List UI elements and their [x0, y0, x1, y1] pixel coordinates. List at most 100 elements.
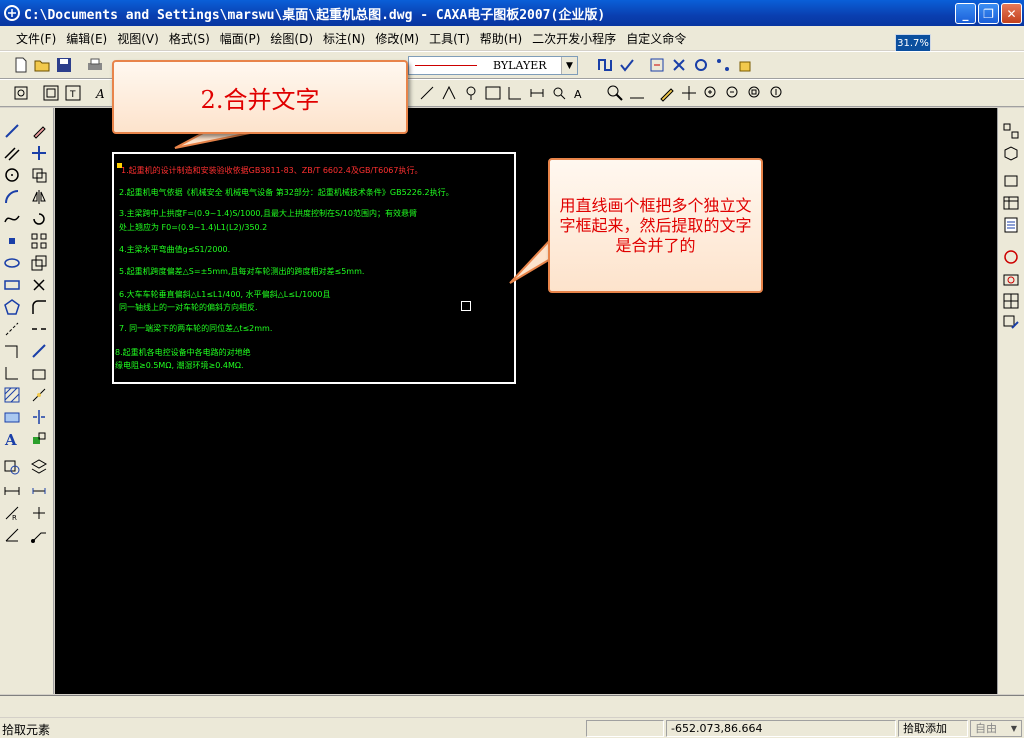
explode-icon[interactable]: [30, 386, 48, 404]
new-file-icon[interactable]: [12, 56, 30, 74]
block-icon[interactable]: [30, 430, 48, 448]
eraser-icon[interactable]: [30, 122, 48, 140]
menu-file[interactable]: 文件(F): [16, 30, 56, 47]
scale-tool-icon[interactable]: [30, 254, 48, 272]
print-icon[interactable]: [86, 56, 104, 74]
library-icon[interactable]: [1002, 122, 1020, 140]
circle-icon[interactable]: [3, 166, 21, 184]
minimize-button[interactable]: _: [955, 3, 976, 24]
spec-line[interactable]: 同一轴线上的一对车轮的偏斜方向相反.: [119, 303, 258, 313]
camera-icon[interactable]: [1002, 270, 1020, 288]
zoom-in-icon[interactable]: [702, 84, 720, 102]
menu-format[interactable]: 格式(S): [169, 30, 210, 47]
parts-list-icon[interactable]: [1002, 216, 1020, 234]
chevron-down-icon[interactable]: ▼: [561, 57, 577, 74]
hatch-icon[interactable]: [3, 386, 21, 404]
attribute-icon[interactable]: [3, 458, 21, 476]
spec-line[interactable]: 处上翘应为 F0=(0.9~1.4)L1(L2)/350.2: [119, 223, 267, 233]
menu-help[interactable]: 帮助(H): [480, 30, 522, 47]
chamfer-icon[interactable]: [3, 364, 21, 382]
close-button[interactable]: ✕: [1001, 3, 1022, 24]
scatter-icon[interactable]: [714, 56, 732, 74]
rectangle-icon[interactable]: [3, 276, 21, 294]
zoom-dynamic-icon[interactable]: [768, 84, 786, 102]
record-icon[interactable]: [1002, 248, 1020, 266]
polygon-icon[interactable]: [3, 298, 21, 316]
check-icon[interactable]: [618, 56, 636, 74]
spec-line[interactable]: 3.主梁跨中上拱度F=(0.9~1.4)S/1000,且最大上拱度控制在S/10…: [119, 209, 417, 219]
text-style-icon[interactable]: A: [94, 84, 112, 102]
pick-mode[interactable]: 拾取添加: [898, 720, 968, 737]
menu-dimension[interactable]: 标注(N): [323, 30, 365, 47]
break-icon[interactable]: [30, 320, 48, 338]
open-folder-icon[interactable]: [33, 56, 51, 74]
dim-angle-icon[interactable]: [3, 526, 21, 544]
fill-icon[interactable]: [3, 408, 21, 426]
image-icon[interactable]: [484, 84, 502, 102]
spec-line[interactable]: 缘电阻≥0.5MΩ, 潮湿环境≥0.4MΩ.: [115, 361, 244, 371]
query-icon[interactable]: [648, 56, 666, 74]
dim-diameter-icon[interactable]: [30, 504, 48, 522]
command-line[interactable]: [0, 695, 1024, 717]
ellipse-icon[interactable]: [3, 254, 21, 272]
snap-icon[interactable]: [12, 84, 30, 102]
polyline-icon[interactable]: [596, 56, 614, 74]
pencil-icon[interactable]: [658, 84, 676, 102]
spline-icon[interactable]: [3, 210, 21, 228]
menu-addins[interactable]: 二次开发小程序: [532, 30, 616, 47]
dim-linear-icon[interactable]: [3, 482, 21, 500]
table-icon[interactable]: [1002, 194, 1020, 212]
move-icon[interactable]: [30, 144, 48, 162]
font-icon[interactable]: A: [572, 84, 590, 102]
save-icon[interactable]: [55, 56, 73, 74]
scale-icon[interactable]: [628, 84, 646, 102]
pin-icon[interactable]: [462, 84, 480, 102]
grid-view-icon[interactable]: [1002, 292, 1020, 310]
array-icon[interactable]: [30, 232, 48, 250]
spec-line[interactable]: 7. 同一端梁下的两车轮的同位差△t≤2mm.: [119, 324, 272, 334]
3d-box-icon[interactable]: [1002, 144, 1020, 162]
rotate-icon[interactable]: [30, 210, 48, 228]
spec-line[interactable]: 5.起重机跨度偏差△S=±5mm,且每对车轮测出的跨度相对差≤5mm.: [119, 267, 364, 277]
menu-view[interactable]: 视图(V): [117, 30, 159, 47]
measure-icon[interactable]: [418, 84, 436, 102]
fillet-icon[interactable]: [30, 298, 48, 316]
spec-line[interactable]: 1.起重机的设计制造和安装验收依据GB3811-83、ZB/T 6602.4及G…: [121, 166, 422, 176]
stretch-icon[interactable]: [30, 342, 48, 360]
point-icon[interactable]: [3, 232, 21, 250]
hand-icon[interactable]: [736, 56, 754, 74]
menu-draw[interactable]: 绘图(D): [270, 30, 313, 47]
line-tool-icon[interactable]: [3, 122, 21, 140]
parallel-line-icon[interactable]: [3, 144, 21, 162]
spec-line[interactable]: 2.起重机电气依据《机械安全 机械电气设备 第32部分：起重机械技术条件》GB5…: [119, 188, 454, 198]
zoom-window-icon[interactable]: [606, 84, 624, 102]
menu-custom-commands[interactable]: 自定义命令: [626, 30, 686, 47]
layer-dropdown[interactable]: BYLAYER ▼: [408, 56, 578, 75]
menu-tools[interactable]: 工具(T): [429, 30, 470, 47]
align-icon[interactable]: [30, 408, 48, 426]
insert-block-icon[interactable]: [1002, 172, 1020, 190]
grid-icon[interactable]: [506, 84, 524, 102]
equidistant-line-icon[interactable]: [3, 342, 21, 360]
angle-icon[interactable]: [440, 84, 458, 102]
frame-icon[interactable]: [42, 84, 60, 102]
menu-modify[interactable]: 修改(M): [375, 30, 419, 47]
menu-sheet[interactable]: 幅面(P): [220, 30, 261, 47]
restore-button[interactable]: ❐: [978, 3, 999, 24]
gear-icon[interactable]: [692, 56, 710, 74]
drawing-canvas[interactable]: 1.起重机的设计制造和安装验收依据GB3811-83、ZB/T 6602.4及G…: [55, 108, 997, 694]
chevron-down-icon[interactable]: ▼: [1007, 721, 1021, 736]
arc-icon[interactable]: [3, 188, 21, 206]
mirror-icon[interactable]: [30, 188, 48, 206]
spec-line[interactable]: 8.起重机各电控设备中各电路的对地绝: [115, 348, 251, 358]
leader-icon[interactable]: [30, 526, 48, 544]
spec-line[interactable]: 4.主梁水平弯曲值g≤S1/2000.: [119, 245, 230, 255]
tool-icon[interactable]: [670, 56, 688, 74]
dimension-icon[interactable]: [528, 84, 546, 102]
layer-edit-icon[interactable]: [30, 458, 48, 476]
text-icon[interactable]: A: [3, 430, 21, 449]
extend-icon[interactable]: [30, 364, 48, 382]
copy-icon[interactable]: [30, 166, 48, 184]
pan-icon[interactable]: [680, 84, 698, 102]
title-block-icon[interactable]: T: [64, 84, 82, 102]
